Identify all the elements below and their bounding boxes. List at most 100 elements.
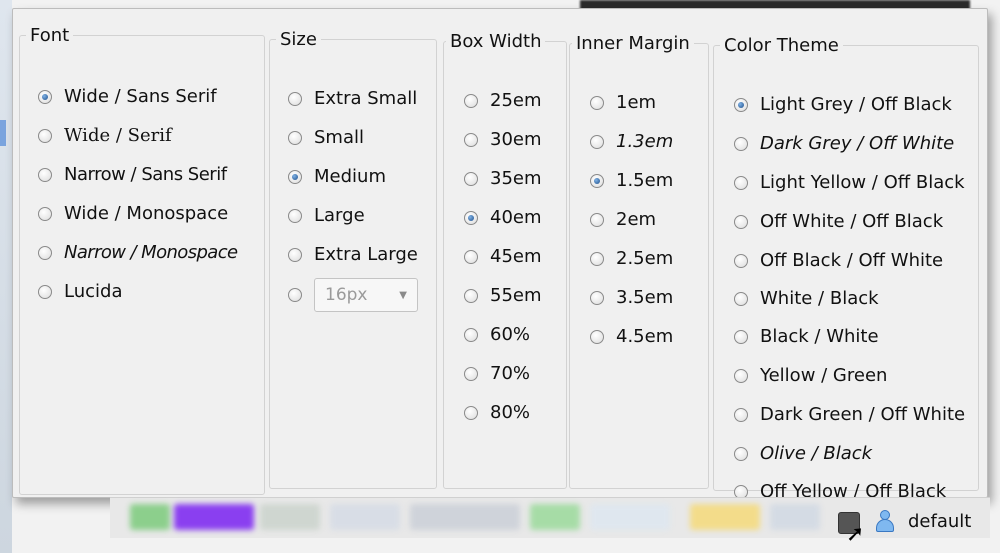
option-label: 45em bbox=[490, 246, 542, 267]
box-width-option[interactable]: 40em bbox=[464, 207, 542, 228]
radio-icon[interactable] bbox=[38, 167, 52, 182]
option-label: Narrow / Monospace bbox=[64, 242, 238, 263]
font-option-wide-sans-serif[interactable]: Wide / Sans Serif bbox=[38, 86, 217, 107]
color-theme-option[interactable]: Yellow / Green bbox=[734, 365, 887, 386]
size-option-extra-large[interactable]: Extra Large bbox=[288, 244, 418, 265]
radio-icon[interactable] bbox=[590, 290, 604, 305]
radio-icon[interactable] bbox=[464, 405, 478, 420]
size-option-custom[interactable]: 16px ▼ bbox=[288, 278, 418, 312]
blurred-item bbox=[690, 504, 760, 530]
option-label: Wide / Sans Serif bbox=[64, 86, 217, 107]
color-theme-option[interactable]: Light Yellow / Off Black bbox=[734, 172, 965, 193]
blurred-item bbox=[130, 504, 170, 530]
option-label: 80% bbox=[490, 402, 531, 423]
radio-icon[interactable] bbox=[590, 212, 604, 227]
radio-icon[interactable] bbox=[288, 130, 302, 145]
font-option-lucida[interactable]: Lucida bbox=[38, 281, 122, 302]
option-label: Light Yellow / Off Black bbox=[760, 172, 965, 193]
radio-icon[interactable] bbox=[734, 136, 748, 151]
box-width-option[interactable]: 80% bbox=[464, 402, 530, 423]
color-theme-option[interactable]: Dark Grey / Off White bbox=[734, 133, 954, 154]
radio-icon[interactable] bbox=[38, 284, 52, 299]
box-width-option[interactable]: 30em bbox=[464, 129, 542, 150]
font-option-wide-serif[interactable]: Wide / Serif bbox=[38, 125, 172, 146]
mouse-cursor-icon: ➚ bbox=[846, 522, 865, 547]
radio-icon[interactable] bbox=[38, 206, 52, 221]
size-option-medium[interactable]: Medium bbox=[288, 166, 386, 187]
inner-margin-option[interactable]: 1.5em bbox=[590, 170, 673, 191]
color-theme-option[interactable]: Off Black / Off White bbox=[734, 250, 943, 271]
radio-icon[interactable] bbox=[464, 288, 478, 303]
inner-margin-option[interactable]: 1.3em bbox=[590, 131, 673, 152]
radio-checked-icon[interactable] bbox=[464, 210, 478, 225]
color-theme-option[interactable]: White / Black bbox=[734, 288, 879, 309]
radio-checked-icon[interactable] bbox=[288, 169, 302, 184]
background-highlight bbox=[0, 120, 6, 146]
inner-margin-option[interactable]: 2em bbox=[590, 209, 656, 230]
box-width-option[interactable]: 35em bbox=[464, 168, 542, 189]
color-theme-group: Color Theme Light Grey / Off Black Dark … bbox=[713, 35, 979, 502]
option-label: 60% bbox=[490, 324, 531, 345]
radio-icon[interactable] bbox=[464, 132, 478, 147]
radio-icon[interactable] bbox=[734, 368, 748, 383]
radio-icon[interactable] bbox=[288, 91, 302, 106]
color-theme-option[interactable]: Black / White bbox=[734, 326, 879, 347]
inner-margin-option[interactable]: 4.5em bbox=[590, 326, 673, 347]
box-width-option[interactable]: 25em bbox=[464, 90, 542, 111]
box-width-legend: Box Width bbox=[450, 31, 542, 52]
radio-icon[interactable] bbox=[734, 175, 748, 190]
inner-margin-option[interactable]: 3.5em bbox=[590, 287, 673, 308]
option-label: 2em bbox=[616, 209, 657, 230]
radio-icon[interactable] bbox=[464, 366, 478, 381]
option-label: Narrow / Sans Serif bbox=[64, 164, 227, 185]
font-option-narrow-sans-serif[interactable]: Narrow / Sans Serif bbox=[38, 164, 227, 185]
radio-icon[interactable] bbox=[734, 407, 748, 422]
radio-icon[interactable] bbox=[288, 208, 302, 223]
option-label: 30em bbox=[490, 129, 542, 150]
radio-icon[interactable] bbox=[464, 171, 478, 186]
size-option-small[interactable]: Small bbox=[288, 127, 364, 148]
option-label: 4.5em bbox=[616, 326, 674, 347]
box-width-option[interactable]: 55em bbox=[464, 285, 542, 306]
radio-checked-icon[interactable] bbox=[38, 89, 52, 104]
radio-icon[interactable] bbox=[288, 288, 302, 302]
option-label: 2.5em bbox=[616, 248, 674, 269]
inner-margin-option[interactable]: 1em bbox=[590, 92, 656, 113]
inner-margin-option[interactable]: 2.5em bbox=[590, 248, 673, 269]
box-width-option[interactable]: 45em bbox=[464, 246, 542, 267]
radio-checked-icon[interactable] bbox=[734, 97, 748, 112]
option-label: 40em bbox=[490, 207, 542, 228]
radio-icon[interactable] bbox=[464, 327, 478, 342]
size-option-extra-small[interactable]: Extra Small bbox=[288, 88, 417, 109]
radio-icon[interactable] bbox=[464, 249, 478, 264]
color-theme-legend: Color Theme bbox=[724, 35, 839, 56]
radio-icon[interactable] bbox=[590, 134, 604, 149]
select-value: 16px bbox=[325, 285, 368, 305]
box-width-option[interactable]: 60% bbox=[464, 324, 530, 345]
color-theme-option[interactable]: Olive / Black bbox=[734, 443, 872, 464]
box-width-option[interactable]: 70% bbox=[464, 363, 530, 384]
radio-icon[interactable] bbox=[734, 291, 748, 306]
user-profile[interactable]: default bbox=[876, 510, 971, 532]
radio-icon[interactable] bbox=[734, 214, 748, 229]
color-theme-option[interactable]: Dark Green / Off White bbox=[734, 404, 965, 425]
font-legend: Font bbox=[30, 25, 70, 46]
radio-icon[interactable] bbox=[734, 446, 748, 461]
radio-icon[interactable] bbox=[38, 128, 52, 143]
color-theme-option[interactable]: Off White / Off Black bbox=[734, 211, 943, 232]
option-label: Lucida bbox=[64, 281, 123, 302]
font-option-narrow-monospace[interactable]: Narrow / Monospace bbox=[38, 242, 238, 263]
radio-icon[interactable] bbox=[590, 251, 604, 266]
radio-icon[interactable] bbox=[734, 253, 748, 268]
custom-size-select[interactable]: 16px ▼ bbox=[314, 278, 418, 312]
radio-icon[interactable] bbox=[288, 247, 302, 262]
radio-icon[interactable] bbox=[734, 329, 748, 344]
size-option-large[interactable]: Large bbox=[288, 205, 365, 226]
radio-icon[interactable] bbox=[590, 329, 604, 344]
color-theme-option[interactable]: Light Grey / Off Black bbox=[734, 94, 952, 115]
radio-icon[interactable] bbox=[590, 95, 604, 110]
radio-checked-icon[interactable] bbox=[590, 173, 604, 188]
radio-icon[interactable] bbox=[38, 245, 52, 260]
radio-icon[interactable] bbox=[464, 93, 478, 108]
font-option-wide-monospace[interactable]: Wide / Monospace bbox=[38, 203, 228, 224]
